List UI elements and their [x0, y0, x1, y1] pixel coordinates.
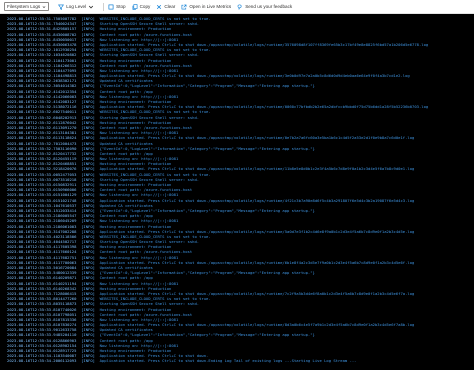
- log-line: 2023-08-16T12:35:34.2006112093 [INFO] Ap…: [7, 358, 474, 363]
- log-timestamp: 2023-08-16T12:35:34.2006112093: [7, 358, 77, 364]
- copy-label: Copy: [139, 4, 151, 9]
- log-line: 2023-08-16T12:35:32.6113118624 [INFO] Ap…: [7, 135, 474, 140]
- feedback-button[interactable]: Send us your feedback: [237, 2, 292, 12]
- log-level-button[interactable]: Log Level: [58, 2, 96, 12]
- log-console[interactable]: 2023-08-16T12:35:31.7505007782 [INFO] WE…: [0, 14, 474, 370]
- clear-label: Clear: [164, 4, 176, 9]
- log-source-dropdown[interactable]: Filesystem Logs: [4, 2, 50, 11]
- clear-icon: [157, 4, 162, 9]
- chevron-down-icon: [89, 5, 94, 8]
- copy-icon: [132, 3, 137, 10]
- feedback-icon: [237, 4, 242, 10]
- stop-label: Stop: [116, 4, 126, 9]
- feedback-label: Send us your feedback: [245, 4, 293, 9]
- toolbar-divider: [103, 2, 105, 11]
- chevron-down-icon: [42, 5, 46, 8]
- open-live-metrics-button[interactable]: Open in Live Metrics: [181, 2, 231, 12]
- log-source-label: Filesystem Logs: [7, 4, 41, 9]
- stop-icon: [108, 4, 114, 9]
- clear-button[interactable]: Clear: [156, 2, 175, 12]
- log-stream-toolbar: Filesystem Logs Log Level Stop Copy Clea…: [0, 0, 474, 14]
- log-level: [INFO]: [81, 358, 95, 364]
- log-line: 2023-08-16T12:35:32.9218420076 [INFO] Ap…: [7, 166, 474, 171]
- copy-button[interactable]: Copy: [132, 2, 151, 12]
- log-source-select[interactable]: Filesystem Logs: [4, 2, 52, 12]
- filter-icon: [58, 4, 65, 10]
- open-live-metrics-label: Open in Live Metrics: [189, 4, 232, 9]
- open-external-icon: [181, 4, 187, 9]
- log-level-label: Log Level: [66, 4, 87, 9]
- stop-button[interactable]: Stop: [108, 2, 126, 12]
- log-message: Application started. Press Ctrl+C to shu…: [99, 358, 357, 364]
- log-line: 2023-08-16T12:35:33.0151021748 [INFO] Ap…: [7, 198, 474, 203]
